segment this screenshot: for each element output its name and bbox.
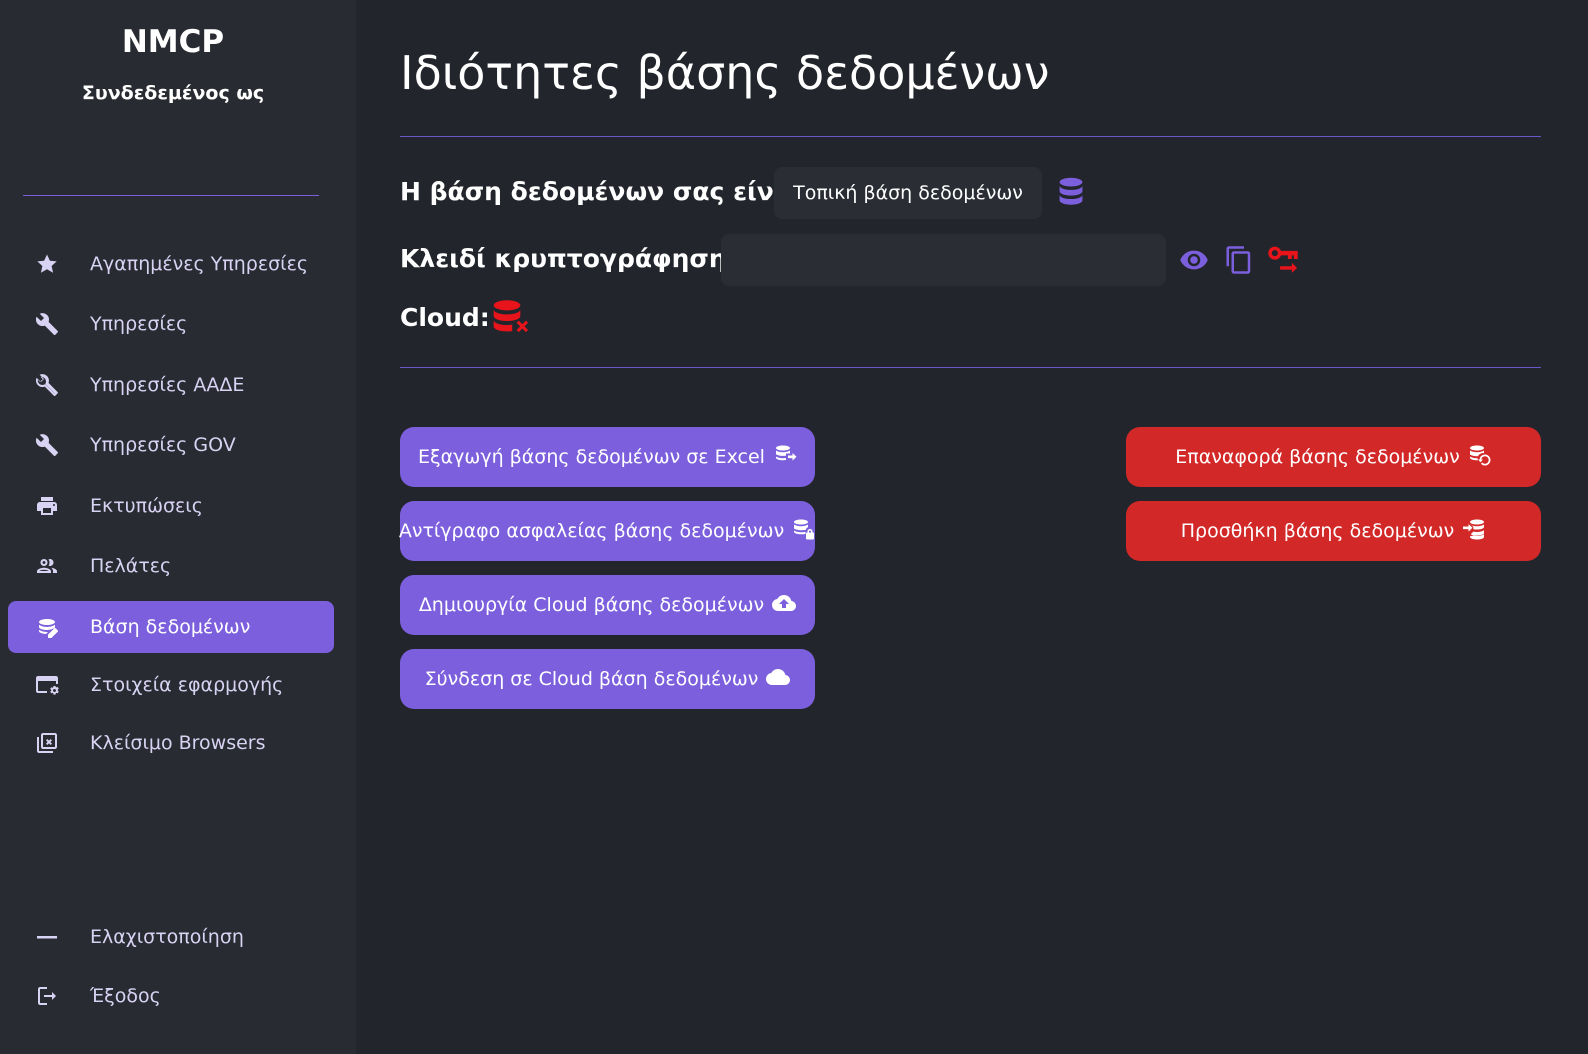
change-key-icon[interactable] bbox=[1266, 242, 1302, 276]
wrench-icon bbox=[34, 432, 60, 458]
sidebar-item-database[interactable]: Βάση δεδομένων bbox=[8, 601, 334, 653]
backup-database-button[interactable]: Αντίγραφο ασφαλείας βάσης δεδομένων bbox=[398, 501, 816, 561]
db-type-label: Η βάση δεδομένων σας είναι: bbox=[400, 177, 811, 206]
database-import-icon bbox=[1462, 517, 1486, 546]
people-icon bbox=[34, 553, 60, 579]
sidebar-item-services[interactable]: Υπηρεσίες bbox=[8, 298, 334, 350]
page-title: Ιδιότητες βάσης δεδομένων bbox=[400, 46, 1050, 100]
app-brand: NMCP bbox=[121, 24, 225, 60]
create-cloud-database-button[interactable]: Δημιουργία Cloud βάσης δεδομένων bbox=[400, 575, 815, 635]
sidebar-item-app-info[interactable]: Στοιχεία εφαρμογής bbox=[8, 659, 334, 711]
star-icon bbox=[34, 251, 60, 277]
connect-cloud-database-button[interactable]: Σύνδεση σε Cloud βάση δεδομένων bbox=[400, 649, 815, 709]
close-browsers-icon bbox=[34, 730, 60, 756]
export-excel-button[interactable]: Εξαγωγή βάσης δεδομένων σε Excel bbox=[400, 427, 815, 487]
db-type-value: Τοπική βάση δεδομένων bbox=[774, 167, 1042, 219]
button-label: Σύνδεση σε Cloud βάση δεδομένων bbox=[424, 668, 759, 690]
middle-divider bbox=[400, 367, 1541, 368]
sidebar-item-label: Υπηρεσίες ΑΑΔΕ bbox=[90, 374, 245, 396]
database-icon bbox=[1056, 176, 1086, 210]
database-lock-icon bbox=[792, 517, 816, 546]
button-label: Επαναφορά βάσης δεδομένων bbox=[1175, 446, 1460, 468]
sidebar: NMCP Συνδεδεμένος ως Αγαπημένες Υπηρεσίε… bbox=[0, 0, 356, 1054]
cloud-icon bbox=[766, 665, 791, 694]
button-label: Προσθήκη βάσης δεδομένων bbox=[1180, 520, 1455, 542]
logout-icon bbox=[34, 983, 60, 1009]
sidebar-item-label: Κλείσιμο Browsers bbox=[90, 732, 266, 754]
sidebar-item-label: Εκτυπώσεις bbox=[90, 495, 203, 517]
sidebar-item-label: Ελαχιστοποίηση bbox=[90, 926, 244, 948]
printer-icon bbox=[34, 493, 60, 519]
sidebar-item-label: Στοιχεία εφαρμογής bbox=[90, 674, 284, 696]
button-label: Δημιουργία Cloud βάσης δεδομένων bbox=[418, 594, 765, 616]
sidebar-item-label: Έξοδος bbox=[90, 985, 161, 1007]
sidebar-item-gov-services[interactable]: Υπηρεσίες GOV bbox=[8, 419, 334, 471]
logged-in-as: Συνδεδεμένος ως bbox=[81, 82, 265, 104]
sidebar-item-aade-services[interactable]: Υπηρεσίες ΑΑΔΕ bbox=[8, 359, 334, 411]
cloud-upload-icon bbox=[772, 591, 797, 620]
database-restore-icon bbox=[1468, 443, 1492, 472]
encryption-key-label: Κλειδί κρυπτογράφησης: bbox=[400, 244, 752, 273]
show-key-eye-icon[interactable] bbox=[1178, 244, 1210, 276]
cloud-label: Cloud: bbox=[400, 303, 490, 332]
minimize-icon bbox=[34, 924, 60, 950]
top-divider bbox=[400, 136, 1541, 137]
database-export-icon bbox=[773, 443, 797, 472]
sidebar-item-label: Βάση δεδομένων bbox=[90, 616, 251, 638]
sidebar-item-minimize[interactable]: Ελαχιστοποίηση bbox=[8, 911, 334, 963]
sidebar-item-label: Πελάτες bbox=[90, 555, 172, 577]
button-label: Εξαγωγή βάσης δεδομένων σε Excel bbox=[418, 446, 765, 468]
wrench-outline-icon bbox=[34, 372, 60, 398]
sidebar-item-favorite-services[interactable]: Αγαπημένες Υπηρεσίες bbox=[8, 238, 334, 290]
app-settings-icon bbox=[34, 672, 60, 698]
sidebar-item-prints[interactable]: Εκτυπώσεις bbox=[8, 480, 334, 532]
button-label: Αντίγραφο ασφαλείας βάσης δεδομένων bbox=[398, 520, 785, 542]
sidebar-item-label: Αγαπημένες Υπηρεσίες bbox=[90, 253, 308, 275]
add-database-button[interactable]: Προσθήκη βάσης δεδομένων bbox=[1126, 501, 1541, 561]
copy-key-icon[interactable] bbox=[1223, 242, 1255, 278]
cloud-database-off-icon bbox=[490, 298, 532, 338]
database-edit-icon bbox=[34, 614, 60, 640]
sidebar-item-customers[interactable]: Πελάτες bbox=[8, 540, 334, 592]
encryption-key-input[interactable] bbox=[721, 234, 1166, 286]
sidebar-item-label: Υπηρεσίες GOV bbox=[90, 434, 236, 456]
restore-database-button[interactable]: Επαναφορά βάσης δεδομένων bbox=[1126, 427, 1541, 487]
wrench-icon bbox=[34, 311, 60, 337]
sidebar-divider bbox=[23, 195, 319, 196]
sidebar-item-close-browsers[interactable]: Κλείσιμο Browsers bbox=[8, 717, 334, 769]
sidebar-item-label: Υπηρεσίες bbox=[90, 313, 188, 335]
sidebar-item-logout[interactable]: Έξοδος bbox=[8, 970, 334, 1022]
